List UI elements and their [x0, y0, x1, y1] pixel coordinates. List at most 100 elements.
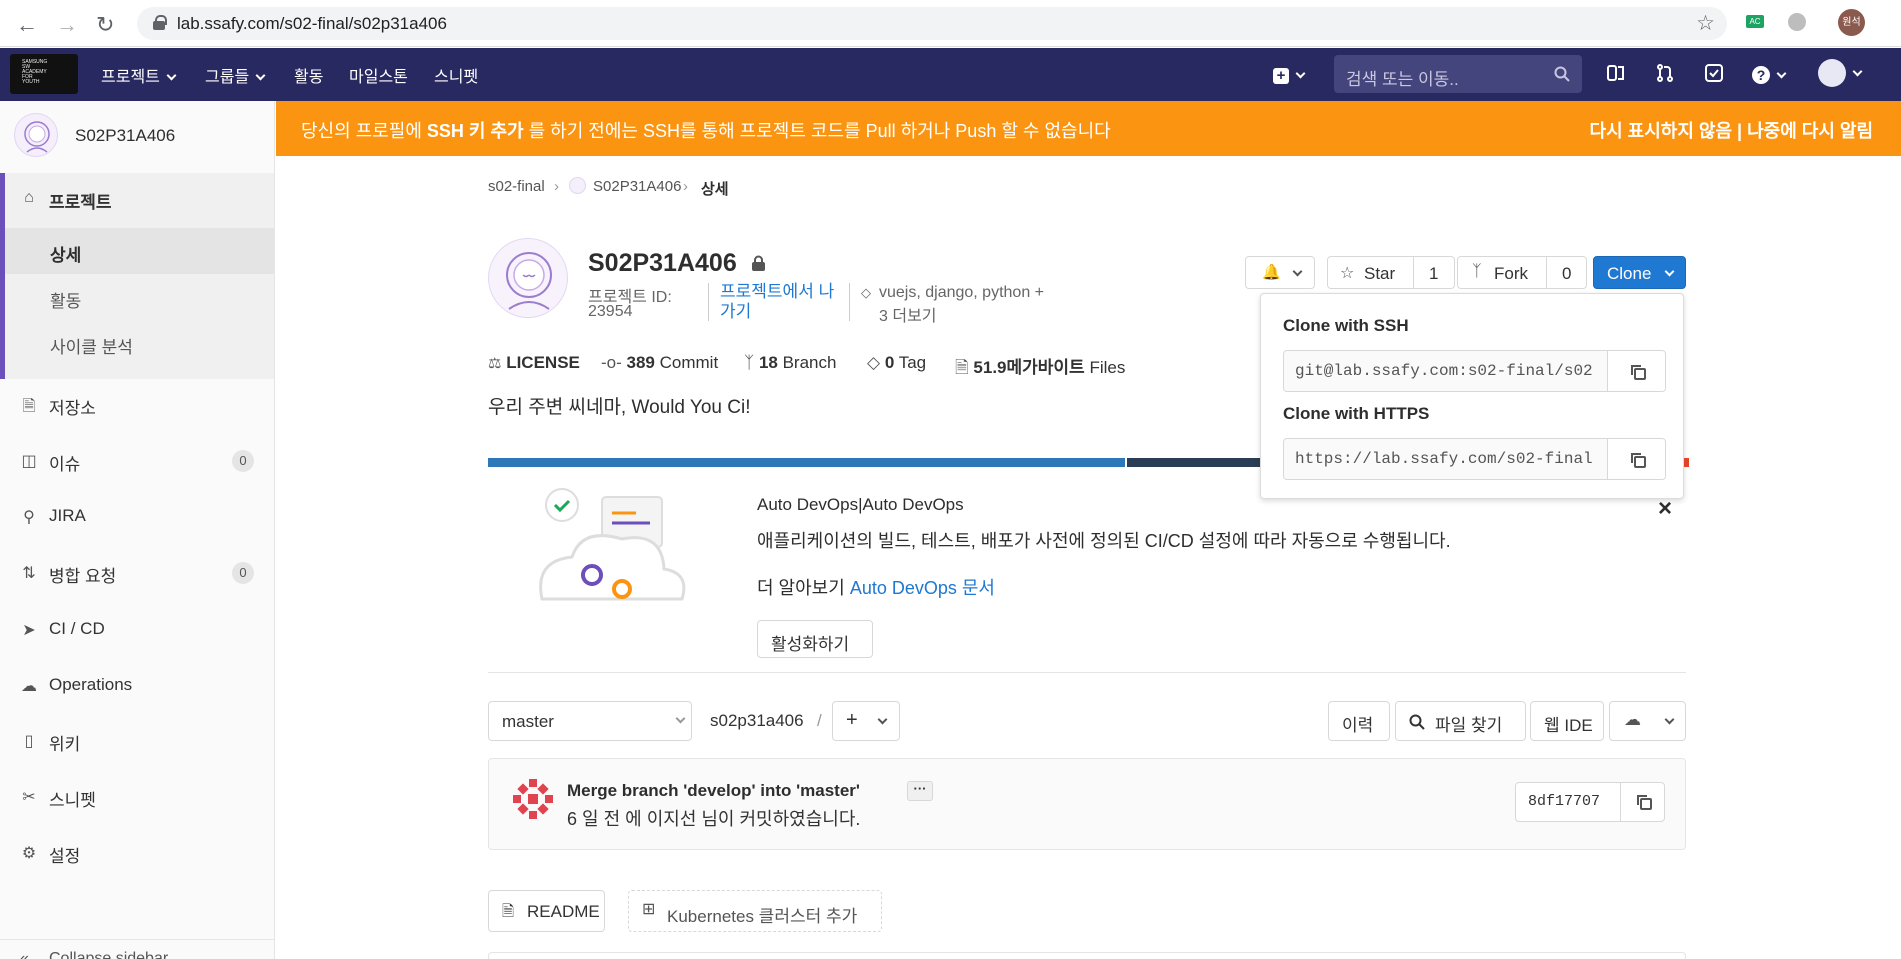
close-icon[interactable]: ×	[1658, 497, 1672, 521]
project-topics-more[interactable]: 3 더보기	[879, 302, 937, 326]
merge-request-icon[interactable]	[1656, 64, 1674, 82]
web-ide-button[interactable]: 웹 IDE	[1530, 701, 1604, 741]
extension-github-icon[interactable]	[1788, 13, 1806, 31]
sidebar-item-snippets[interactable]: ✂ 스니펫	[0, 774, 274, 820]
sidebar-item-wiki[interactable]: ▯ 위키	[0, 718, 274, 764]
sidebar-project-name[interactable]: S02P31A406	[75, 126, 175, 146]
breadcrumb-group[interactable]: s02-final	[488, 178, 545, 195]
address-bar[interactable]: lab.ssafy.com/s02-final/s02p31a406 ☆	[137, 7, 1727, 40]
fork-button[interactable]: Fork	[1494, 264, 1528, 284]
find-file-button[interactable]: 파일 찾기	[1395, 701, 1526, 741]
sidebar-item-settings[interactable]: ⚙ 설정	[0, 830, 274, 876]
clone-https-url-input[interactable]: https://lab.ssafy.com/s02-final	[1295, 450, 1605, 468]
download-dropdown[interactable]: ☁	[1609, 701, 1686, 741]
add-ssh-key-link[interactable]: SSH 키 추가	[427, 121, 524, 141]
search-input[interactable]: 검색 또는 이동..	[1334, 55, 1582, 93]
search-icon	[1409, 714, 1425, 730]
notification-dropdown[interactable]: 🔔	[1245, 256, 1315, 289]
lock-icon	[752, 255, 765, 271]
commits-link[interactable]: -o- 389 Commit	[601, 353, 718, 373]
sidebar-item-project[interactable]: ⌂ 프로젝트	[0, 176, 274, 222]
sidebar-item-repository[interactable]: 🗎 저장소	[0, 382, 274, 428]
todo-icon[interactable]	[1705, 64, 1723, 82]
license-link[interactable]: ⚖ LICENSE	[488, 353, 580, 373]
expand-commit-message-button[interactable]: ···	[907, 781, 933, 801]
tags-link[interactable]: ◇ 0 Tag	[867, 353, 926, 373]
enable-auto-devops-button[interactable]: 활성화하기	[757, 620, 873, 658]
nav-milestones[interactable]: 마일스톤	[349, 63, 408, 87]
sidebar-item-operations[interactable]: ☁ Operations	[0, 663, 274, 709]
breadcrumb-project[interactable]: S02P31A406	[593, 178, 681, 195]
project-sidebar: S02P31A406 ⌂ 프로젝트 상세 활동 사이클 분석 🗎 저장소 ◫ 이슈 0…	[0, 101, 275, 959]
copy-ssh-url-button[interactable]	[1607, 351, 1665, 391]
files-size[interactable]: 🗎 51.9메가바이트 Files	[955, 353, 1125, 384]
sidebar-subitem-details[interactable]: 상세	[50, 241, 81, 266]
sidebar-subitem-activity[interactable]: 활동	[50, 287, 81, 312]
sidebar-toggle-icon[interactable]	[1607, 64, 1625, 82]
nav-groups[interactable]: 그룹들	[205, 63, 266, 87]
user-avatar-icon	[1818, 59, 1846, 87]
top-navigation: SAMSUNG SW ACADEMY FOR YOUTH 프로젝트 그룹들 활동…	[0, 48, 1901, 101]
bookmark-star-icon[interactable]: ☆	[1696, 11, 1715, 36]
commit-icon: -o-	[601, 353, 622, 372]
cloud-gear-icon: ☁	[21, 678, 37, 695]
new-item-button[interactable]: +	[1273, 64, 1306, 85]
tag-icon: ◇	[861, 285, 871, 300]
project-avatar[interactable]	[14, 113, 58, 157]
sidebar-item-issues[interactable]: ◫ 이슈 0	[0, 438, 274, 484]
clone-button[interactable]: Clone	[1593, 256, 1686, 289]
clone-ssh-url-input[interactable]: git@lab.ssafy.com:s02-final/s02	[1295, 362, 1605, 380]
add-to-tree-dropdown[interactable]: +	[832, 701, 900, 741]
scissors-icon: ✂	[22, 789, 36, 806]
star-count[interactable]: 1	[1429, 264, 1438, 284]
breadcrumb-project-avatar	[569, 177, 586, 194]
branches-link[interactable]: ᛉ 18 Branch	[744, 353, 836, 373]
leave-project-link[interactable]: 프로젝트에서 나가기	[720, 282, 838, 322]
sidebar-subitem-cycle-analytics[interactable]: 사이클 분석	[50, 333, 133, 358]
repo-path[interactable]: s02p31a406	[710, 711, 804, 731]
star-button[interactable]: Star	[1364, 264, 1395, 284]
back-icon[interactable]: ←	[16, 12, 38, 38]
path-separator: /	[817, 711, 822, 730]
forward-icon[interactable]: →	[56, 12, 78, 38]
copy-icon[interactable]	[1636, 794, 1652, 810]
commit-meta: 6 일 전 에 이지선 님이 커밋하였습니다.	[567, 809, 861, 829]
sidebar-item-ci-cd[interactable]: ➤ CI / CD	[0, 607, 274, 653]
auto-devops-docs-link[interactable]: Auto DevOps 문서	[850, 578, 995, 598]
history-button[interactable]: 이력	[1328, 701, 1390, 741]
chevron-down-icon	[877, 714, 888, 725]
branch-select[interactable]: master	[488, 701, 692, 741]
add-kubernetes-cluster-button[interactable]: ⊞ Kubernetes 클러스터 추가	[628, 890, 882, 932]
reload-icon[interactable]: ↻	[96, 12, 114, 38]
chevron-down-icon	[1852, 66, 1863, 77]
profile-avatar[interactable]: 원석	[1838, 9, 1865, 36]
commit-author-avatar[interactable]	[511, 777, 555, 821]
ssh-key-warning-banner: 당신의 프로필에 SSH 키 추가 를 하기 전에는 SSH를 통해 프로젝트 …	[276, 101, 1901, 156]
user-menu[interactable]	[1818, 59, 1863, 87]
chevron-down-icon	[1664, 714, 1675, 725]
ssafy-logo[interactable]: SAMSUNG SW ACADEMY FOR YOUTH	[10, 54, 78, 94]
help-button[interactable]: ?	[1752, 64, 1787, 85]
chevron-down-icon	[166, 70, 177, 81]
collapse-sidebar-button[interactable]: « Collapse sidebar	[0, 939, 274, 959]
extension-icon[interactable]: AC	[1746, 15, 1764, 28]
dont-show-again-link[interactable]: 다시 표시하지 않음	[1590, 121, 1732, 141]
sidebar-item-merge-requests[interactable]: ⇅ 병합 요청 0	[0, 550, 274, 596]
nav-snippets[interactable]: 스니펫	[434, 63, 478, 87]
fork-count[interactable]: 0	[1562, 264, 1571, 284]
nav-projects[interactable]: 프로젝트	[101, 63, 177, 87]
sidebar-item-jira[interactable]: ⚲ JIRA	[0, 494, 274, 540]
breadcrumb-current: 상세	[701, 181, 729, 198]
chevron-right-icon: ›	[554, 178, 559, 195]
plus-square-icon: ⊞	[642, 901, 656, 918]
copy-https-url-button[interactable]	[1607, 439, 1665, 479]
readme-button[interactable]: 🗎 README	[488, 890, 605, 932]
auto-devops-card: Auto DevOps|Auto DevOps 애플리케이션의 빌드, 테스트,…	[488, 473, 1686, 673]
url-text: lab.ssafy.com/s02-final/s02p31a406	[177, 14, 447, 33]
banner-message: 당신의 프로필에 SSH 키 추가 를 하기 전에는 SSH를 통해 프로젝트 …	[301, 121, 1111, 141]
nav-activity[interactable]: 활동	[294, 63, 323, 87]
auto-devops-title: Auto DevOps|Auto DevOps	[757, 495, 964, 514]
commit-sha[interactable]: 8df17707	[1528, 793, 1600, 810]
commit-title[interactable]: Merge branch 'develop' into 'master'	[567, 781, 860, 801]
remind-later-link[interactable]: 나중에 다시 알림	[1747, 121, 1873, 141]
